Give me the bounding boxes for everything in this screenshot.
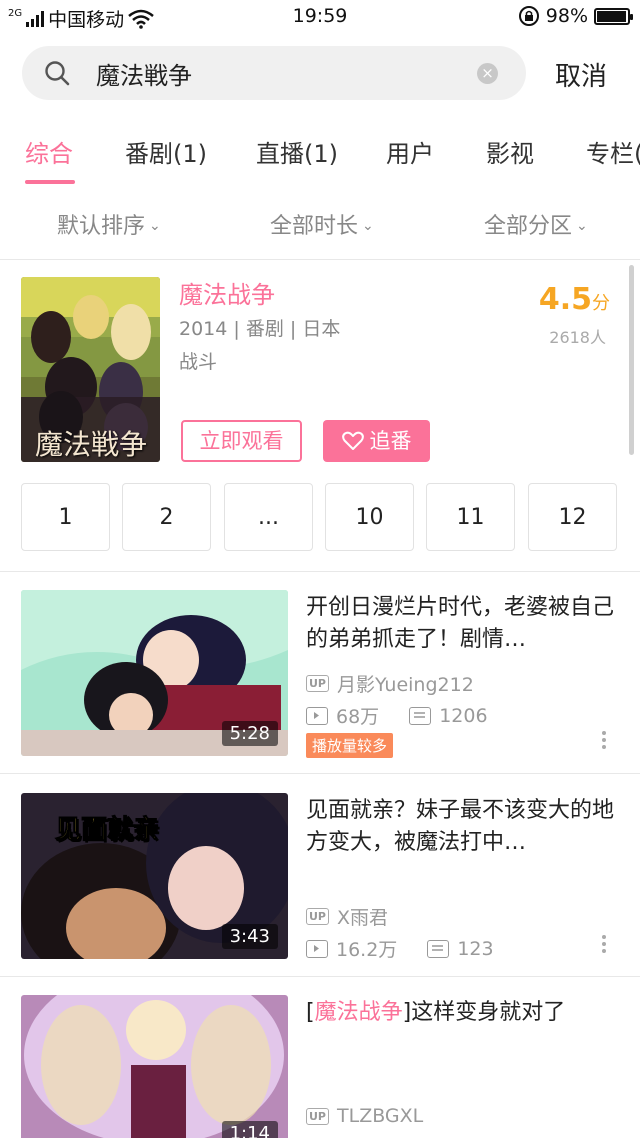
thumbnail-caption: 见面就亲 xyxy=(54,815,160,846)
video-stats: 68万 1206 xyxy=(306,702,488,729)
search-bar[interactable]: × xyxy=(22,46,526,100)
anime-meta: 2014 | 番剧 | 日本 xyxy=(179,318,341,340)
danmaku-count: 1206 xyxy=(439,704,488,727)
divider xyxy=(0,773,640,774)
episode-more-button[interactable]: ... xyxy=(224,483,313,551)
tab-live[interactable]: 直播(1) xyxy=(256,134,338,169)
follow-label: 追番 xyxy=(369,429,412,453)
danmaku-icon xyxy=(409,706,432,725)
uploader-name: X雨君 xyxy=(337,907,389,929)
tab-column[interactable]: 专栏( xyxy=(586,134,640,169)
score-value: 4.5 xyxy=(538,282,592,317)
video-duration: 5:28 xyxy=(221,721,278,746)
episode-button[interactable]: 1 xyxy=(21,483,110,551)
video-uploader[interactable]: UP 月影Yueing212 xyxy=(306,670,474,697)
anime-genre: 战斗 xyxy=(179,351,218,373)
title-rest: ]这样变身就对了 xyxy=(402,1000,566,1025)
video-uploader[interactable]: UP TLZBGXL xyxy=(306,1105,423,1127)
up-icon: UP xyxy=(306,675,329,692)
danmaku-count: 123 xyxy=(457,937,494,960)
divider xyxy=(0,571,640,572)
view-count: 68万 xyxy=(336,706,380,728)
battery-icon xyxy=(594,7,633,25)
anime-votes: 2618人 xyxy=(549,328,606,347)
video-uploader[interactable]: UP X雨君 xyxy=(306,903,388,930)
uploader-name: 月影Yueing212 xyxy=(337,674,474,696)
tab-film-tv[interactable]: 影视 xyxy=(486,134,534,169)
filter-duration-label: 全部时长 xyxy=(270,214,359,239)
chevron-down-icon: ⌄ xyxy=(576,218,588,234)
heart-icon xyxy=(341,431,364,450)
video-duration: 3:43 xyxy=(221,924,278,949)
video-thumbnail[interactable]: 1:14 xyxy=(21,995,288,1138)
filter-duration[interactable]: 全部时长 ⌄ xyxy=(270,208,374,240)
play-count-icon xyxy=(306,706,328,725)
video-thumbnail[interactable]: 5:28 xyxy=(21,590,288,756)
more-options-icon[interactable] xyxy=(600,935,608,956)
popular-badge: 播放量较多 xyxy=(306,733,394,758)
status-right: 98% xyxy=(518,5,633,27)
status-bar: 2G 中国移动 19:59 98% xyxy=(0,0,640,34)
chevron-down-icon: ⌄ xyxy=(149,218,161,234)
chevron-down-icon: ⌄ xyxy=(362,218,374,234)
episode-button[interactable]: 11 xyxy=(426,483,515,551)
tab-overall[interactable]: 综合 xyxy=(25,134,73,169)
up-icon: UP xyxy=(306,1107,329,1125)
rotation-lock-icon xyxy=(518,6,539,26)
filter-zone[interactable]: 全部分区 ⌄ xyxy=(484,208,588,240)
filter-zone-label: 全部分区 xyxy=(484,214,573,239)
play-count-icon xyxy=(306,939,328,958)
tab-bar: 综合 番剧(1) 直播(1) 用户 影视 专栏( xyxy=(0,128,640,188)
view-count: 16.2万 xyxy=(336,939,398,961)
filter-sort[interactable]: 默认排序 ⌄ xyxy=(57,208,161,240)
tab-bangumi[interactable]: 番剧(1) xyxy=(125,134,207,169)
more-options-icon[interactable] xyxy=(600,731,608,752)
watch-now-button[interactable]: 立即观看 xyxy=(181,420,302,462)
score-unit: 分 xyxy=(592,293,610,314)
episode-button[interactable]: 12 xyxy=(528,483,617,551)
video-thumbnail[interactable]: 见面就亲 3:43 xyxy=(21,793,288,959)
title-highlight: 魔法战争 xyxy=(314,1000,403,1025)
search-input[interactable] xyxy=(96,46,476,100)
clear-search-icon[interactable]: × xyxy=(477,63,498,84)
episode-button[interactable]: 2 xyxy=(122,483,211,551)
divider xyxy=(0,259,640,260)
video-title[interactable]: [魔法战争]这样变身就对了 xyxy=(306,997,616,1029)
uploader-name: TLZBGXL xyxy=(337,1105,424,1127)
video-title[interactable]: 见面就亲？妹子最不该变大的地方变大，被魔法打中… xyxy=(306,795,616,859)
follow-button[interactable]: 追番 xyxy=(323,420,430,462)
video-stats: 16.2万 123 xyxy=(306,935,494,962)
battery-percent: 98% xyxy=(545,5,588,27)
anime-score: 4.5分 xyxy=(539,282,610,317)
cover-title-text: 魔法戦争 xyxy=(35,428,148,461)
title-bracket: [ xyxy=(306,1000,315,1025)
anime-title[interactable]: 魔法战争 xyxy=(179,275,275,310)
danmaku-icon xyxy=(427,939,450,958)
tab-users[interactable]: 用户 xyxy=(386,134,434,169)
search-icon xyxy=(45,61,70,86)
episode-button[interactable]: 10 xyxy=(325,483,414,551)
active-tab-indicator xyxy=(25,180,75,184)
anime-cover[interactable]: 魔法戦争 xyxy=(21,277,160,462)
up-icon: UP xyxy=(306,908,329,925)
video-title[interactable]: 开创日漫烂片时代，老婆被自己的弟弟抓走了！剧情… xyxy=(306,592,616,656)
divider xyxy=(0,976,640,977)
filter-sort-label: 默认排序 xyxy=(57,214,146,239)
video-thumbnail-art xyxy=(21,995,288,1138)
scrollbar[interactable] xyxy=(629,265,634,455)
cancel-button[interactable]: 取消 xyxy=(555,56,607,93)
video-duration: 1:14 xyxy=(221,1121,278,1138)
